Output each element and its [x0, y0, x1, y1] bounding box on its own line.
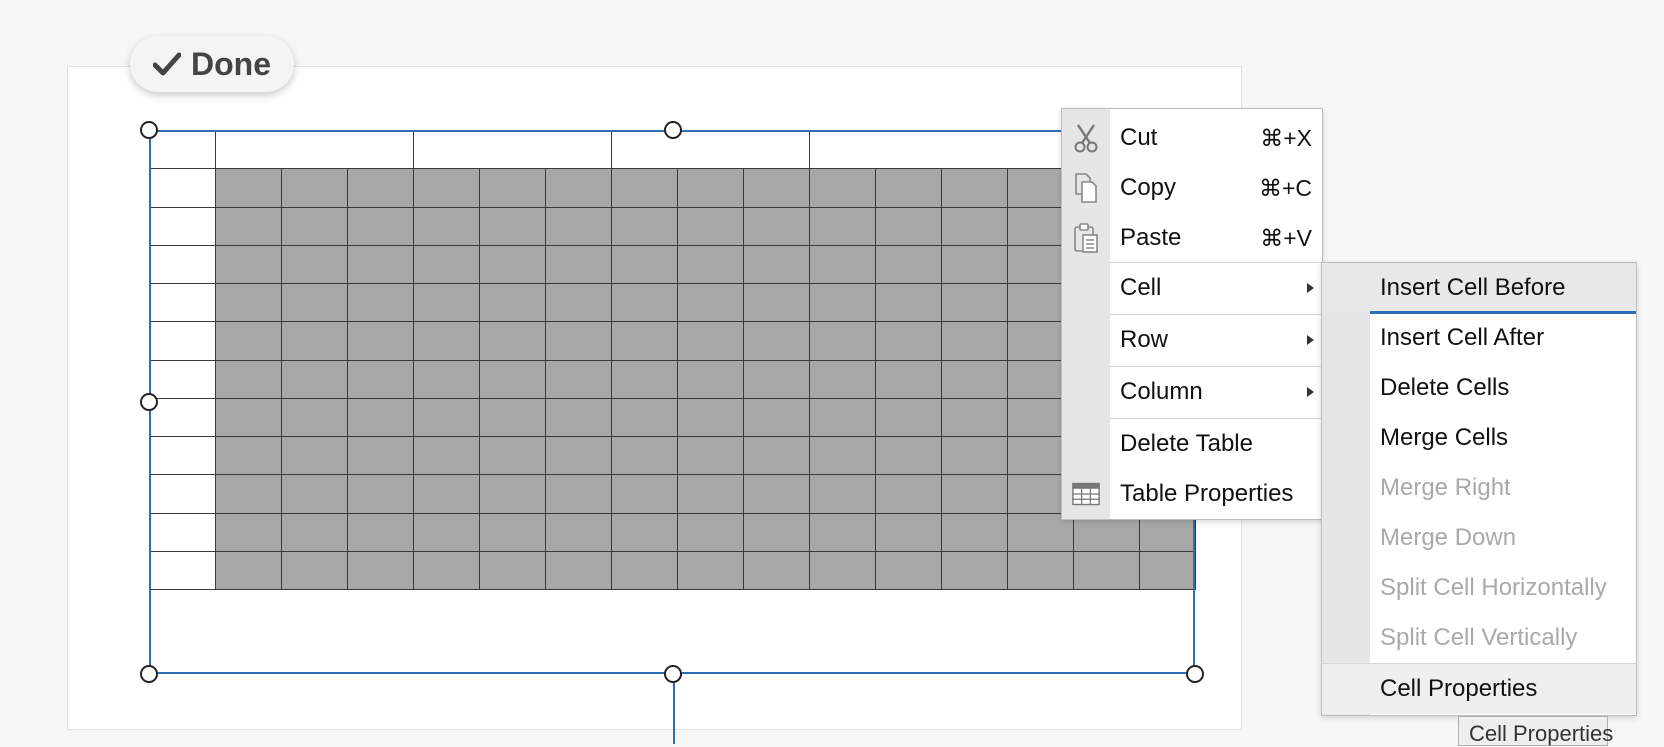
submenu-item-merge-down[interactable]: Merge Down	[1322, 513, 1636, 563]
submenu-item-merge-cells[interactable]: Merge Cells	[1322, 413, 1636, 463]
menu-item-label: Row	[1120, 326, 1169, 353]
submenu-item-split-cell-vertically[interactable]: Split Cell Vertically	[1322, 613, 1636, 663]
menu-item-label: Insert Cell After	[1380, 324, 1545, 351]
context-menu: Cut ⌘+X Copy ⌘+C Paste ⌘+V Cell Row Colu…	[1061, 108, 1323, 520]
submenu-item-insert-cell-before[interactable]: Insert Cell Before	[1322, 263, 1636, 314]
resize-handle-bottom-center[interactable]	[664, 665, 682, 683]
resize-handle-bottom-right[interactable]	[1186, 665, 1204, 683]
menu-item-label: Split Cell Vertically	[1380, 624, 1578, 651]
submenu-arrow-icon	[1307, 387, 1314, 397]
submenu-item-delete-cells[interactable]: Delete Cells	[1322, 363, 1636, 413]
submenu-item-split-cell-horizontally[interactable]: Split Cell Horizontally	[1322, 563, 1636, 613]
menu-item-shortcut: ⌘+C	[1258, 174, 1312, 201]
menu-item-label: Delete Table	[1120, 430, 1253, 457]
menu-item-label: Delete Cells	[1380, 374, 1510, 401]
menu-item-column[interactable]: Column	[1062, 367, 1322, 417]
menu-item-label: Split Cell Horizontally	[1380, 574, 1607, 601]
menu-item-cut[interactable]: Cut ⌘+X	[1062, 113, 1322, 163]
menu-item-label: Merge Right	[1380, 474, 1511, 501]
cell-submenu: Insert Cell Before Insert Cell After Del…	[1321, 262, 1637, 716]
menu-item-copy[interactable]: Copy ⌘+C	[1062, 163, 1322, 213]
menu-item-label: Column	[1120, 378, 1203, 405]
submenu-item-insert-cell-after[interactable]: Insert Cell After	[1322, 313, 1636, 363]
submenu-arrow-icon	[1307, 283, 1314, 293]
menu-item-cell[interactable]: Cell	[1062, 263, 1322, 313]
copy-icon	[1072, 171, 1100, 205]
alignment-guide	[673, 674, 675, 744]
check-icon	[153, 52, 181, 76]
submenu-arrow-icon	[1307, 335, 1314, 345]
menu-item-label: Table Properties	[1120, 480, 1294, 507]
resize-handle-middle-left[interactable]	[140, 393, 158, 411]
table-icon	[1072, 477, 1100, 511]
menu-item-label: Cell	[1120, 274, 1162, 301]
table-selection-frame	[149, 130, 1195, 674]
resize-handle-top-left[interactable]	[140, 121, 158, 139]
menu-item-shortcut: ⌘+X	[1260, 124, 1312, 151]
menu-item-label: Paste	[1120, 224, 1182, 251]
menu-item-label: Cell Properties	[1380, 675, 1538, 702]
menu-item-label: Insert Cell Before	[1380, 274, 1566, 301]
menu-item-label: Merge Cells	[1380, 424, 1509, 451]
submenu-item-cell-properties[interactable]: Cell Properties	[1322, 664, 1636, 714]
paste-icon	[1072, 221, 1100, 255]
menu-item-label: Copy	[1120, 174, 1177, 201]
menu-item-row[interactable]: Row	[1062, 315, 1322, 365]
menu-item-table-properties[interactable]: Table Properties	[1062, 469, 1322, 519]
scissors-icon	[1072, 121, 1100, 155]
done-label: Done	[191, 45, 271, 82]
menu-item-label: Merge Down	[1380, 524, 1517, 551]
resize-handle-top-center[interactable]	[664, 121, 682, 139]
menu-item-delete-table[interactable]: Delete Table	[1062, 419, 1322, 469]
done-button[interactable]: Done	[130, 36, 294, 92]
menu-item-shortcut: ⌘+V	[1260, 224, 1312, 251]
resize-handle-bottom-left[interactable]	[140, 665, 158, 683]
submenu-item-merge-right[interactable]: Merge Right	[1322, 463, 1636, 513]
menu-item-paste[interactable]: Paste ⌘+V	[1062, 213, 1322, 263]
menu-item-label: Cut	[1120, 124, 1158, 151]
